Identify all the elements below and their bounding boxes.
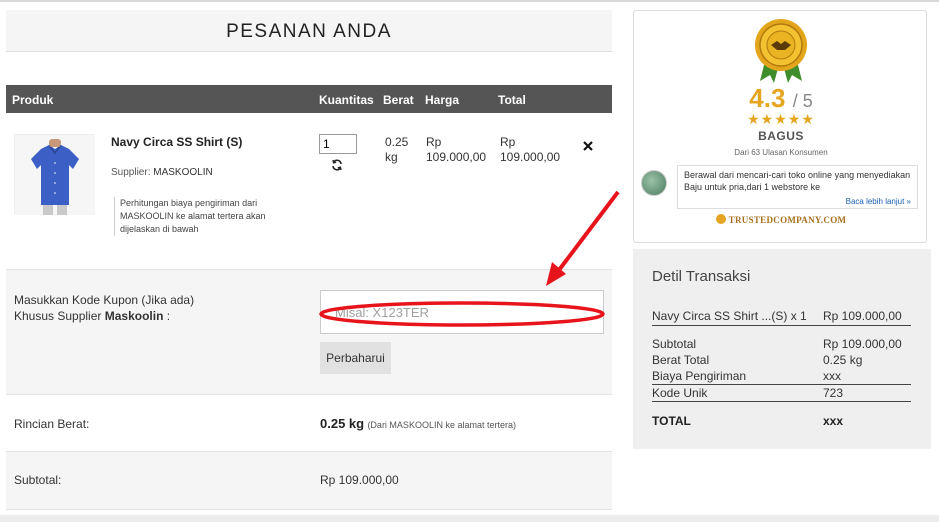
trx-weight-value: 0.25 kg	[823, 353, 863, 367]
subtotal-label: Subtotal:	[14, 473, 62, 487]
weight-note: (Dari MASKOOLIN ke alamat tertera)	[367, 420, 516, 430]
trusted-company-logo[interactable]: TRUSTEDCOMPANY.COM	[634, 214, 928, 225]
update-coupon-button[interactable]: Perbaharui	[320, 342, 391, 374]
top-border	[0, 0, 939, 2]
rating-score: 4.3 / 5	[634, 83, 928, 114]
rating-stars-icon: ★★★★★	[747, 111, 815, 127]
divider	[6, 509, 612, 510]
item-weight: 0.25 kg	[385, 135, 409, 164]
supplier-label: Supplier:	[111, 167, 151, 178]
trx-weight-label: Berat Total	[652, 353, 710, 367]
divider	[6, 394, 612, 395]
coupon-label-line2: Khusus Supplier Maskoolin :	[14, 308, 194, 324]
subtotal-section	[6, 451, 612, 510]
trx-total-label: TOTAL	[652, 414, 691, 428]
coupon-label-suffix: :	[166, 309, 171, 323]
shipping-note: Perhitungan biaya pengiriman dari MASKOO…	[114, 197, 279, 236]
item-price: Rp 109.000,00	[426, 135, 487, 164]
trx-subtotal-label: Subtotal	[652, 337, 697, 351]
divider	[652, 325, 911, 326]
trx-subtotal-value: Rp 109.000,00	[823, 337, 902, 351]
subtotal-value: Rp 109.000,00	[320, 473, 399, 487]
review-text: Berawal dari mencari-cari toko online ya…	[684, 170, 911, 192]
trx-shipping-label: Biaya Pengiriman	[652, 369, 747, 383]
trusted-company-widget[interactable]: 4.3 / 5 ★★★★★ BAGUS Dari 63 Ulasan Konsu…	[633, 10, 927, 243]
read-more-link[interactable]: Baca lebih lanjut »	[846, 197, 911, 206]
coupon-label-line1: Masukkan Kode Kupon (Jika ada)	[14, 293, 195, 307]
col-total: Total	[498, 93, 526, 107]
item-total: Rp 109.000,00	[500, 135, 561, 164]
review-snippet: Berawal dari mencari-cari toko online ya…	[677, 165, 918, 209]
rating-value: 4.3	[749, 83, 786, 113]
col-harga: Harga	[425, 93, 460, 107]
quantity-input[interactable]	[319, 134, 357, 154]
trx-unique-code-value: 723	[823, 386, 844, 400]
coupon-label: Masukkan Kode Kupon (Jika ada) Khusus Su…	[14, 292, 194, 324]
bottom-border	[0, 515, 939, 522]
product-supplier: Supplier: MASKOOLIN	[111, 167, 213, 178]
coupon-code-input[interactable]	[320, 290, 604, 334]
divider	[652, 384, 911, 385]
divider	[652, 401, 911, 402]
rating-word: BAGUS	[758, 129, 804, 143]
transaction-details-panel: Detil Transaksi Navy Circa SS Shirt ...(…	[633, 249, 931, 449]
cart-table-header: Produk Kuantitas Berat Harga Total	[6, 85, 612, 113]
page-title: PESANAN ANDA	[226, 21, 392, 42]
product-image[interactable]	[14, 134, 95, 215]
divider	[6, 451, 612, 452]
weight-amount: 0.25 kg	[320, 416, 365, 431]
review-count: Dari 63 Ulasan Konsumen	[734, 148, 828, 157]
trusted-seal-icon	[752, 17, 810, 85]
refresh-icon[interactable]	[331, 158, 343, 174]
product-name[interactable]: Navy Circa SS Shirt (S)	[111, 135, 242, 149]
col-kuantitas: Kuantitas	[319, 93, 374, 107]
trx-shipping-value: xxx	[823, 369, 841, 383]
transaction-item-value: Rp 109.000,00	[823, 309, 902, 323]
col-berat: Berat	[383, 93, 414, 107]
weight-value: 0.25 kg (Dari MASKOOLIN ke alamat terter…	[320, 416, 516, 431]
transaction-item-label: Navy Circa SS Shirt ...(S) x 1	[652, 309, 807, 323]
order-panel: PESANAN ANDA Produk Kuantitas Berat Harg…	[6, 10, 612, 510]
trusted-logo-icon	[715, 214, 726, 224]
col-produk: Produk	[12, 93, 54, 107]
transaction-title: Detil Transaksi	[652, 268, 751, 285]
remove-item-icon[interactable]	[583, 138, 593, 155]
reviewer-avatar	[641, 170, 667, 196]
rating-max: / 5	[792, 91, 813, 111]
order-header: PESANAN ANDA	[6, 10, 612, 52]
coupon-label-prefix: Khusus Supplier	[14, 309, 102, 323]
trx-total-value: xxx	[823, 414, 844, 428]
supplier-name: MASKOOLIN	[153, 167, 213, 178]
coupon-label-supplier: Maskoolin	[104, 309, 164, 323]
trx-unique-code-label: Kode Unik	[652, 386, 708, 400]
trusted-brand-text: TRUSTEDCOMPANY.COM	[728, 215, 847, 225]
weight-label: Rincian Berat:	[14, 417, 90, 431]
